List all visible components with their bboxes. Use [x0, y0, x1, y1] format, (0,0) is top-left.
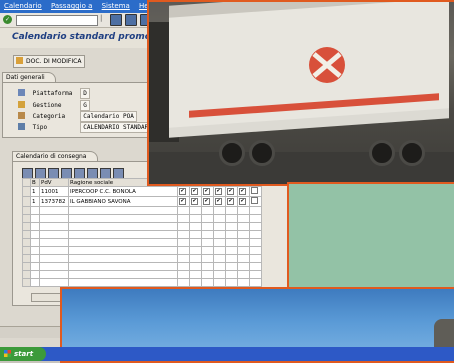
- cell-day-6: ✔: [237, 196, 250, 207]
- field-tipo-label: Tipo: [32, 124, 48, 131]
- checkbox[interactable]: ✔: [191, 198, 198, 205]
- doc-modifica-label: DOC. DI MODIFICA: [26, 58, 82, 65]
- checkbox[interactable]: [251, 187, 258, 194]
- row-selector[interactable]: [22, 196, 31, 207]
- doc-modifica-button[interactable]: DOC. DI MODIFICA: [13, 55, 86, 68]
- trailer-logo-icon: [309, 47, 345, 83]
- cell-day-5: ✔: [225, 196, 238, 207]
- cell-b: 1: [30, 196, 40, 207]
- table-row[interactable]: [22, 214, 262, 223]
- cell-day-7: [249, 196, 262, 207]
- table-row[interactable]: [22, 238, 262, 247]
- change-document-icon: [16, 57, 23, 64]
- cell-day-7: [249, 186, 262, 197]
- cell-day-2: ✔: [189, 196, 202, 207]
- checkbox[interactable]: ✔: [227, 198, 234, 205]
- checkbox[interactable]: [251, 197, 258, 204]
- menu-passaggio[interactable]: Passaggio a: [51, 2, 92, 10]
- checkbox[interactable]: ✔: [227, 188, 234, 195]
- start-label: start: [14, 350, 34, 358]
- field-categoria-label: Categoria: [32, 113, 66, 120]
- field-piattaforma-value[interactable]: D: [80, 88, 90, 99]
- cell-day-3: ✔: [201, 186, 214, 197]
- cell-day-2: ✔: [189, 186, 202, 197]
- col-selector[interactable]: [22, 178, 31, 187]
- field-gestione-value[interactable]: G: [80, 100, 90, 111]
- back-icon[interactable]: [125, 14, 137, 26]
- table-row[interactable]: [22, 246, 262, 255]
- checkbox[interactable]: ✔: [179, 198, 186, 205]
- field-categoria-value[interactable]: Calendario POA: [80, 111, 137, 122]
- field-tipo: Tipo CALENDARIO STANDARD: [18, 122, 155, 133]
- field-categoria: Categoria Calendario POA: [18, 111, 137, 122]
- tab-calendario-consegna-label: Calendario di consegna: [16, 153, 87, 160]
- table-row[interactable]: [22, 262, 262, 271]
- wheel: [369, 140, 395, 166]
- folder-icon: [18, 101, 25, 108]
- table-row[interactable]: [22, 222, 262, 231]
- truck-wheels: [219, 140, 425, 166]
- cell-b: 1: [30, 186, 40, 197]
- wheel: [249, 140, 275, 166]
- table-row[interactable]: [22, 270, 262, 279]
- table-row[interactable]: [22, 230, 262, 239]
- command-field[interactable]: [16, 15, 98, 26]
- cell-day-5: ✔: [225, 186, 238, 197]
- table-row[interactable]: 1 1373782 IL GABBIANO SAVONA ✔ ✔ ✔ ✔ ✔ ✔: [22, 196, 262, 207]
- table-row[interactable]: [22, 254, 262, 263]
- truck-photo: [147, 0, 454, 186]
- table-row[interactable]: [22, 278, 262, 287]
- cell-pdv: 11001: [39, 186, 69, 197]
- save-icon[interactable]: [110, 14, 122, 26]
- cell-day-4: ✔: [213, 196, 226, 207]
- row-selector[interactable]: [22, 186, 31, 197]
- table-row[interactable]: [22, 206, 262, 215]
- checkbox[interactable]: ✔: [239, 198, 246, 205]
- enter-icon[interactable]: ✓: [3, 15, 12, 24]
- col-b[interactable]: B: [30, 178, 40, 187]
- checkbox[interactable]: ✔: [239, 188, 246, 195]
- cell-ragione-sociale: IPERCOOP C.C. BONOLA: [68, 186, 178, 197]
- checkbox[interactable]: ✔: [179, 188, 186, 195]
- grid-horizontal-scrollbar[interactable]: [31, 293, 63, 302]
- field-piattaforma-label: Piattaforma: [32, 90, 73, 97]
- checkbox[interactable]: ✔: [191, 188, 198, 195]
- checkbox[interactable]: ✔: [203, 198, 210, 205]
- table-row[interactable]: 1 11001 IPERCOOP C.C. BONOLA ✔ ✔ ✔ ✔ ✔ ✔: [22, 186, 262, 197]
- field-gestione-label: Gestione: [32, 102, 62, 109]
- delivery-grid: B PdV Ragione sociale 1 11001 IPERCOOP C…: [22, 178, 262, 287]
- field-piattaforma: Piattaforma D: [18, 88, 90, 99]
- tab-dati-generali-label: Dati generali: [6, 74, 45, 81]
- cell-day-3: ✔: [201, 196, 214, 207]
- cell-day-4: ✔: [213, 186, 226, 197]
- menu-calendario[interactable]: Calendario: [4, 2, 42, 10]
- green-photo-panel: [287, 182, 454, 292]
- checkbox[interactable]: ✔: [203, 188, 210, 195]
- wheel: [219, 140, 245, 166]
- toolbar-separator: |: [100, 14, 103, 22]
- cell-day-1: ✔: [177, 186, 190, 197]
- cell-day-1: ✔: [177, 196, 190, 207]
- cell-day-6: ✔: [237, 186, 250, 197]
- pallet-icon: [18, 89, 25, 96]
- menu-sistema[interactable]: Sistema: [102, 2, 130, 10]
- field-gestione: Gestione G: [18, 100, 90, 111]
- checkbox[interactable]: ✔: [215, 188, 222, 195]
- type-icon: [18, 123, 25, 130]
- field-tipo-value[interactable]: CALENDARIO STANDARD: [80, 122, 155, 133]
- wheel: [399, 140, 425, 166]
- category-icon: [18, 112, 25, 119]
- windows-logo-icon: [4, 350, 11, 357]
- windows-taskbar: start: [0, 347, 454, 361]
- checkbox[interactable]: ✔: [215, 198, 222, 205]
- col-pdv[interactable]: PdV: [39, 178, 69, 187]
- cell-pdv: 1373782: [39, 196, 69, 207]
- cell-ragione-sociale: IL GABBIANO SAVONA: [68, 196, 178, 207]
- start-button[interactable]: start: [0, 347, 46, 361]
